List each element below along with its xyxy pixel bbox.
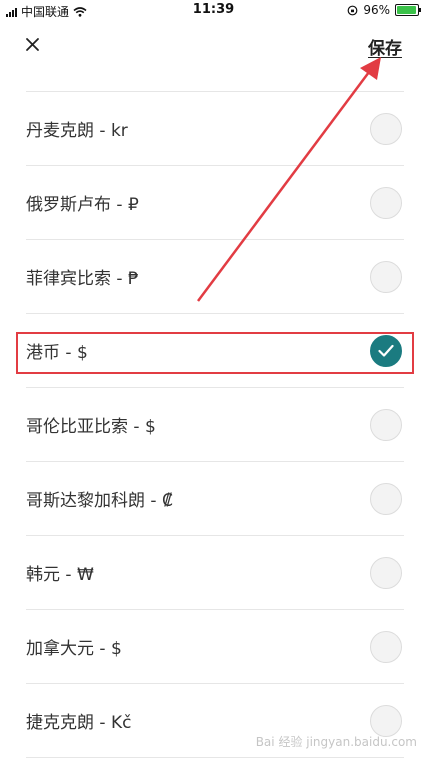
annotation-arrow [196,57,381,302]
watermark: Bai 经验 jingyan.baidu.com [255,735,417,749]
